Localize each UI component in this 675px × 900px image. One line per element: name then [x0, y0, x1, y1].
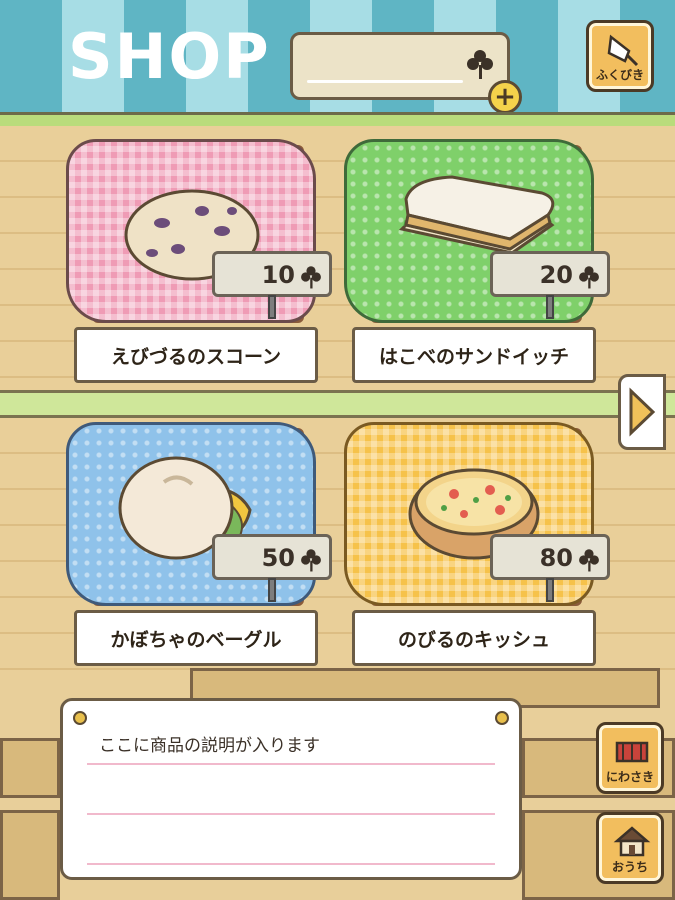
chevron-right-icon: [629, 387, 656, 437]
lottery-label: ふくびき: [595, 68, 644, 82]
tag-clip: [546, 295, 554, 319]
price-value: 10: [261, 261, 295, 289]
price-value: 80: [539, 544, 573, 572]
shop-title: SHOP: [68, 20, 271, 93]
item-name: えびづるのスコーン: [74, 327, 318, 383]
item-name: はこべのサンドイッチ: [352, 327, 596, 383]
clover-icon: [467, 50, 493, 79]
garden-icon: [615, 741, 649, 763]
shop-item[interactable]: 80 のびるのキッシュ: [344, 422, 622, 678]
shop-item[interactable]: 20 はこべのサンドイッチ: [344, 139, 622, 395]
clover-icon: [301, 549, 321, 572]
house-icon: [613, 826, 651, 857]
lottery-button[interactable]: ふくびき: [586, 20, 654, 92]
price-tag: 10: [212, 251, 332, 297]
shop-item[interactable]: 50 かぼちゃのベーグル: [66, 422, 344, 678]
price-tag: 50: [212, 534, 332, 580]
tag-clip: [546, 578, 554, 602]
bell-icon: [607, 34, 639, 67]
tag-clip: [268, 295, 276, 319]
price-value: 20: [539, 261, 573, 289]
home-label: おうち: [611, 860, 648, 874]
clover-icon: [579, 549, 599, 572]
next-page-button[interactable]: [618, 374, 666, 450]
tag-clip: [268, 578, 276, 602]
shop-item[interactable]: 10 えびづるのスコーン: [66, 139, 344, 395]
pin-icon: [73, 711, 87, 725]
item-name: かぼちゃのベーグル: [74, 610, 318, 666]
floor-plank: [0, 810, 60, 900]
garden-label: にわさき: [605, 770, 654, 784]
description-text: ここに商品の説明が入ります: [99, 736, 320, 756]
price-value: 50: [261, 544, 295, 572]
clover-icon: [301, 266, 321, 289]
clover-count-field: [307, 80, 463, 83]
ruled-line: [87, 813, 495, 815]
price-tag: 20: [490, 251, 610, 297]
garden-button[interactable]: にわさき: [596, 722, 664, 794]
add-clover-button[interactable]: +: [488, 80, 522, 114]
floor-plank: [0, 738, 60, 798]
item-name: のびるのキッシュ: [352, 610, 596, 666]
ruled-line: [87, 863, 495, 865]
ruled-line: [87, 763, 495, 765]
clover-balance: [290, 32, 510, 100]
home-button[interactable]: おうち: [596, 812, 664, 884]
price-tag: 80: [490, 534, 610, 580]
pin-icon: [495, 711, 509, 725]
clover-icon: [579, 266, 599, 289]
description-panel: ここに商品の説明が入ります: [60, 698, 522, 880]
